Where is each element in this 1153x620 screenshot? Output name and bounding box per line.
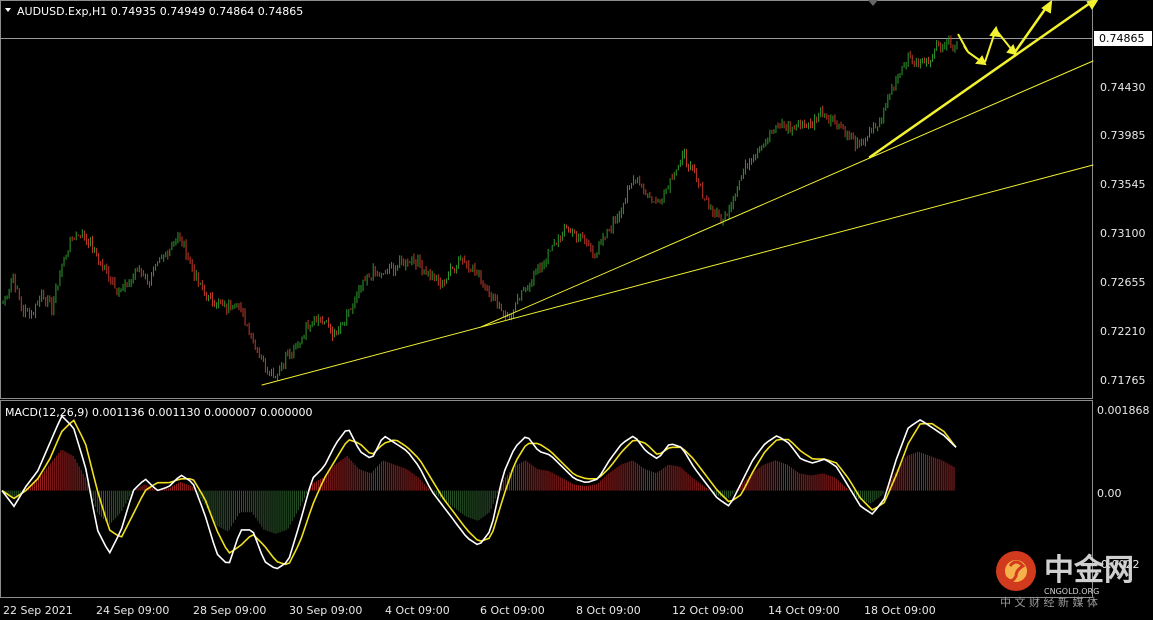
symbol-header: AUDUSD.Exp,H1 0.74935 0.74949 0.74864 0.… (17, 5, 303, 18)
time-tick: 18 Oct 09:00 (864, 604, 936, 617)
forecast-arrows (957, 0, 1099, 66)
chevron-down-icon[interactable] (5, 8, 11, 12)
watermark-subtitle: 中 文 财 经 新 媒 体 (1000, 595, 1098, 609)
macd-tick: 0.00 (1097, 487, 1122, 500)
macd-title: MACD(12,26,9) 0.001136 0.001130 0.000007… (5, 406, 312, 419)
forecast-segment (984, 31, 996, 63)
trading-chart: AUDUSD.Exp,H1 0.74935 0.74949 0.74864 0.… (0, 0, 1152, 617)
macd-tick: 0.001868 (1097, 404, 1150, 417)
watermark-brand: 中金网 (1044, 553, 1134, 588)
time-tick: 4 Oct 09:00 (385, 604, 450, 617)
current-price-label: 0.74865 (1099, 32, 1145, 45)
lower-trendline (261, 164, 1094, 386)
time-tick: 22 Sep 2021 (3, 604, 73, 617)
watermark-logo: 中金网 CNGOLD.ORG 中 文 财 经 新 媒 体 (996, 551, 1134, 609)
forecast-segment (995, 29, 1013, 51)
time-tick: 24 Sep 09:00 (96, 604, 169, 617)
price-tick: 0.74430 (1100, 81, 1146, 94)
arrow-head-icon (975, 55, 987, 66)
scroll-marker-icon[interactable] (868, 0, 878, 6)
macd-panel-frame (0, 400, 1093, 598)
price-tick: 0.71765 (1100, 374, 1146, 387)
price-tick: 0.73545 (1100, 178, 1146, 191)
price-tick: 0.73100 (1100, 227, 1146, 240)
time-tick: 6 Oct 09:00 (480, 604, 545, 617)
price-tick: 0.72210 (1100, 325, 1146, 338)
time-tick: 30 Sep 09:00 (289, 604, 362, 617)
price-axis: 0.74865 0.74430 0.73985 0.73545 0.73100 … (1094, 31, 1152, 387)
time-tick: 12 Oct 09:00 (672, 604, 744, 617)
time-tick: 28 Sep 09:00 (193, 604, 266, 617)
trendlines (261, 0, 1095, 386)
time-tick: 8 Oct 09:00 (576, 604, 641, 617)
time-axis: 22 Sep 2021 24 Sep 09:00 28 Sep 09:00 30… (3, 604, 936, 617)
price-candles (2, 35, 958, 381)
price-tick: 0.73985 (1100, 129, 1146, 142)
watermark-domain: CNGOLD.ORG (1044, 587, 1099, 596)
price-tick: 0.72655 (1100, 276, 1146, 289)
time-tick: 14 Oct 09:00 (768, 604, 840, 617)
upper-trendline (868, 0, 1095, 159)
macd-axis: 0.001868 0.00 -0.0022 (1097, 404, 1150, 571)
middle-trendline (480, 60, 1094, 328)
arrow-head-icon (1086, 0, 1099, 10)
